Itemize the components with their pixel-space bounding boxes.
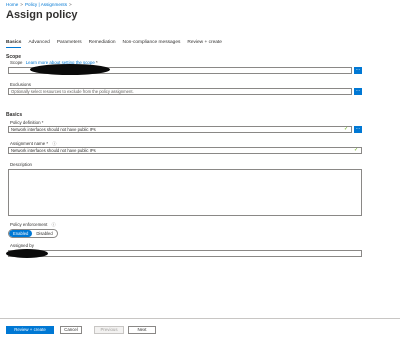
policy-definition-value: Network interfaces should not have publi… bbox=[11, 127, 96, 132]
policy-definition-browse-button[interactable]: ... bbox=[354, 126, 362, 133]
assigned-by-input[interactable] bbox=[8, 250, 362, 257]
tab-bar: Basics Advanced Parameters Remediation N… bbox=[6, 40, 229, 48]
breadcrumb-separator: > bbox=[20, 2, 23, 7]
info-icon[interactable]: ⓘ bbox=[52, 141, 56, 146]
policy-definition-input[interactable]: Network interfaces should not have publi… bbox=[8, 126, 352, 133]
assignment-name-value: Network interfaces should not have publi… bbox=[11, 148, 96, 153]
enforcement-disabled-option[interactable]: Disabled bbox=[32, 230, 56, 237]
footer-divider bbox=[0, 318, 400, 319]
tab-advanced[interactable]: Advanced bbox=[28, 40, 49, 48]
breadcrumb-separator: > bbox=[69, 2, 72, 7]
valid-check-icon: ✓ bbox=[344, 126, 349, 132]
policy-definition-label: Policy definition * bbox=[10, 120, 44, 125]
policy-enforcement-label: Policy enforcement bbox=[10, 222, 48, 227]
basics-section-title: Basics bbox=[6, 112, 23, 118]
scope-label: Scope bbox=[10, 60, 23, 65]
breadcrumb: Home > Policy | Assignments > bbox=[6, 2, 74, 7]
redacted-assigned-by-value bbox=[6, 249, 48, 258]
valid-check-icon: ✓ bbox=[354, 147, 359, 153]
exclusions-browse-button[interactable]: ... bbox=[354, 88, 362, 95]
tab-parameters[interactable]: Parameters bbox=[57, 40, 82, 48]
assignment-name-input[interactable]: Network interfaces should not have publi… bbox=[8, 147, 362, 154]
redacted-scope-value bbox=[30, 64, 110, 75]
required-marker: * bbox=[96, 60, 98, 65]
previous-button: Previous bbox=[94, 326, 124, 334]
policy-enforcement-toggle[interactable]: Enabled Disabled bbox=[8, 229, 58, 238]
assigned-by-label: Assigned by bbox=[10, 243, 34, 248]
policy-enforcement-label-row: Policy enforcement ⓘ bbox=[10, 222, 56, 228]
breadcrumb-home[interactable]: Home bbox=[6, 2, 18, 7]
info-icon[interactable]: ⓘ bbox=[52, 222, 56, 227]
review-create-button[interactable]: Review + create bbox=[6, 326, 54, 334]
tab-non-compliance-messages[interactable]: Non-compliance messages bbox=[123, 40, 181, 48]
scope-browse-button[interactable]: ... bbox=[354, 67, 362, 74]
tab-remediation[interactable]: Remediation bbox=[89, 40, 116, 48]
breadcrumb-policy-assignments[interactable]: Policy | Assignments bbox=[25, 2, 67, 7]
assignment-name-label: Assignment name * bbox=[10, 141, 49, 146]
next-button[interactable]: Next bbox=[128, 326, 156, 334]
tab-review-create[interactable]: Review + create bbox=[187, 40, 222, 48]
exclusions-label: Exclusions bbox=[10, 82, 31, 87]
description-label: Description bbox=[10, 162, 32, 167]
exclusions-input[interactable]: Optionally select resources to exclude f… bbox=[8, 88, 352, 95]
more-options-icon[interactable]: ... bbox=[66, 12, 73, 18]
description-textarea[interactable] bbox=[8, 169, 362, 216]
tab-basics[interactable]: Basics bbox=[6, 40, 22, 48]
enforcement-enabled-option[interactable]: Enabled bbox=[9, 230, 33, 237]
cancel-button[interactable]: Cancel bbox=[60, 326, 82, 334]
